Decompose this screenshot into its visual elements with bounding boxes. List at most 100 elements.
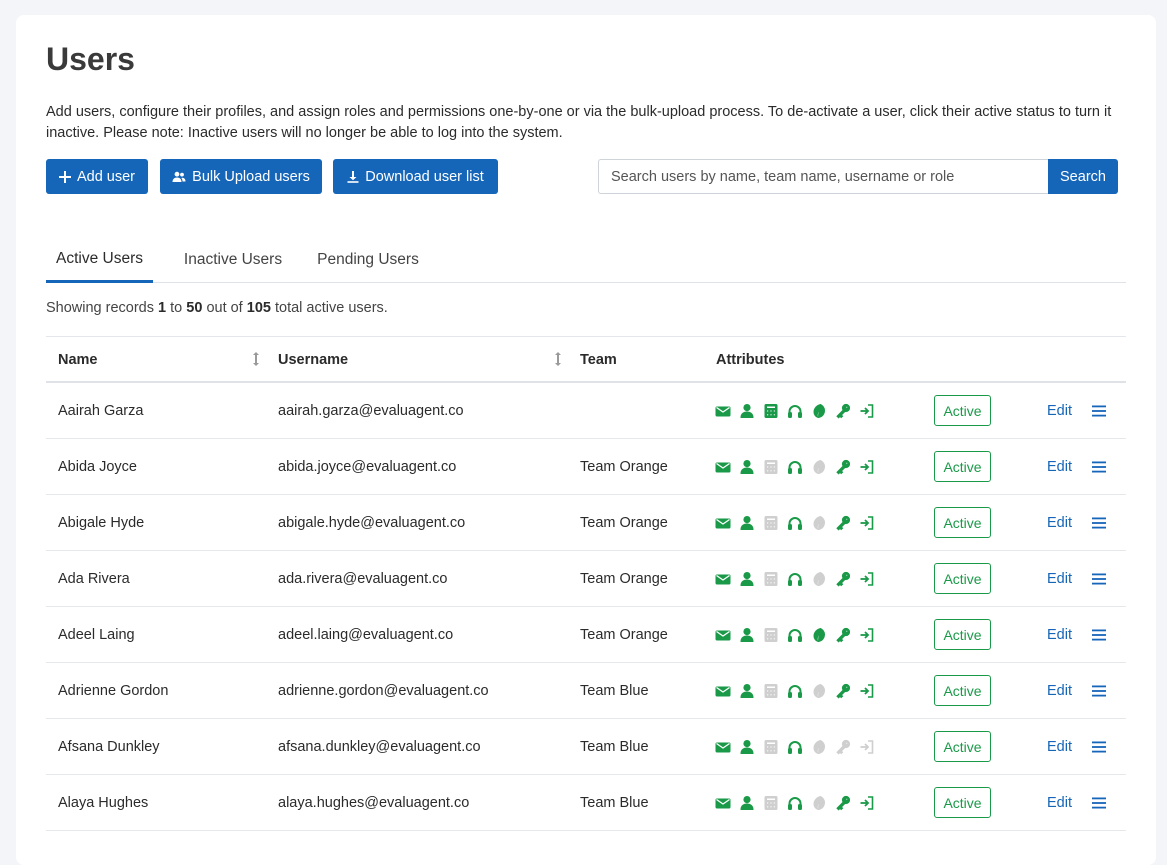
row-menu-icon[interactable] — [1092, 775, 1106, 830]
user-attributes — [715, 775, 875, 830]
calculator-icon — [763, 403, 779, 419]
calculator-icon — [763, 571, 779, 587]
table-row: Adrienne Gordon adrienne.gordon@evaluagen… — [46, 663, 1126, 719]
status-cell: Active — [934, 775, 991, 830]
user-username: afsana.dunkley@evaluagent.co — [278, 738, 481, 755]
status-badge[interactable]: Active — [934, 507, 991, 538]
status-cell: Active — [934, 439, 991, 494]
calculator-icon — [763, 627, 779, 643]
tab-inactive-users[interactable]: Inactive Users — [167, 237, 299, 283]
key-icon — [835, 683, 851, 699]
search-placeholder: Search users by name, team name, usernam… — [611, 168, 955, 185]
row-menu-icon[interactable] — [1092, 663, 1106, 718]
leaf-icon — [811, 795, 827, 811]
user-username: ada.rivera@evaluagent.co — [278, 570, 448, 587]
edit-link[interactable]: Edit — [1047, 439, 1072, 494]
page-description: Add users, configure their profiles, and… — [46, 104, 1112, 141]
key-icon — [835, 459, 851, 475]
row-menu-icon[interactable] — [1092, 495, 1106, 550]
header-name[interactable]: Name — [58, 337, 98, 382]
person-icon — [739, 403, 755, 419]
bulk-upload-label: Bulk Upload users — [192, 168, 310, 185]
calculator-icon — [763, 683, 779, 699]
calculator-icon — [763, 739, 779, 755]
status-cell: Active — [934, 551, 991, 606]
status-badge[interactable]: Active — [934, 451, 991, 482]
headset-icon — [787, 571, 803, 587]
key-icon — [835, 571, 851, 587]
envelope-icon — [715, 459, 731, 475]
row-menu-icon[interactable] — [1092, 719, 1106, 774]
row-menu-icon[interactable] — [1092, 439, 1106, 494]
user-username: abigale.hyde@evaluagent.co — [278, 514, 466, 531]
table-row: Aairah Garza aairah.garza@evaluagent.co Ac… — [46, 383, 1126, 439]
person-icon — [739, 627, 755, 643]
header-username[interactable]: Username — [278, 337, 348, 382]
edit-link[interactable]: Edit — [1047, 719, 1072, 774]
key-icon — [835, 515, 851, 531]
edit-link[interactable]: Edit — [1047, 495, 1072, 550]
calculator-icon — [763, 795, 779, 811]
edit-link[interactable]: Edit — [1047, 551, 1072, 606]
user-username: adrienne.gordon@evaluagent.co — [278, 682, 489, 699]
calculator-icon — [763, 459, 779, 475]
table-row: Alaya Hughes alaya.hughes@evaluagent.co Te… — [46, 775, 1126, 831]
status-badge[interactable]: Active — [934, 619, 991, 650]
status-badge[interactable]: Active — [934, 787, 991, 818]
user-team: Team Orange — [580, 514, 668, 531]
user-name: Alaya Hughes — [58, 794, 149, 811]
user-attributes — [715, 551, 875, 606]
status-badge[interactable]: Active — [934, 731, 991, 762]
add-user-button[interactable]: Add user — [46, 159, 148, 194]
calculator-icon — [763, 515, 779, 531]
records-summary: Showing records 1 to 50 out of 105 total… — [46, 300, 388, 316]
download-label: Download user list — [365, 168, 484, 185]
user-attributes — [715, 383, 875, 438]
envelope-icon — [715, 571, 731, 587]
user-attributes — [715, 663, 875, 718]
download-user-list-button[interactable]: Download user list — [333, 159, 498, 194]
sign-in-icon — [859, 739, 875, 755]
bulk-upload-button[interactable]: Bulk Upload users — [160, 159, 322, 194]
search-button[interactable]: Search — [1048, 159, 1118, 194]
user-team: Team Orange — [580, 458, 668, 475]
status-badge[interactable]: Active — [934, 563, 991, 594]
status-cell: Active — [934, 663, 991, 718]
status-badge[interactable]: Active — [934, 395, 991, 426]
user-attributes — [715, 719, 875, 774]
tab-active-users[interactable]: Active Users — [46, 237, 153, 283]
user-name: Abigale Hyde — [58, 514, 145, 531]
user-name: Adeel Laing — [58, 626, 135, 643]
person-icon — [739, 683, 755, 699]
page-title: Users — [46, 41, 135, 77]
person-icon — [739, 571, 755, 587]
edit-link[interactable]: Edit — [1047, 607, 1072, 662]
user-attributes — [715, 607, 875, 662]
sign-in-icon — [859, 627, 875, 643]
sign-in-icon — [859, 571, 875, 587]
status-badge[interactable]: Active — [934, 675, 991, 706]
table-row: Abida Joyce abida.joyce@evaluagent.co Team… — [46, 439, 1126, 495]
user-team: Team Orange — [580, 626, 668, 643]
person-icon — [739, 459, 755, 475]
table-header: Name Username Team Attributes — [46, 336, 1126, 383]
row-menu-icon[interactable] — [1092, 551, 1106, 606]
row-menu-icon[interactable] — [1092, 383, 1106, 438]
envelope-icon — [715, 739, 731, 755]
header-attributes: Attributes — [716, 351, 785, 368]
user-username: alaya.hughes@evaluagent.co — [278, 794, 470, 811]
sort-name-icon[interactable] — [252, 351, 260, 371]
edit-link[interactable]: Edit — [1047, 775, 1072, 830]
row-menu-icon[interactable] — [1092, 607, 1106, 662]
edit-link[interactable]: Edit — [1047, 663, 1072, 718]
search-input[interactable]: Search users by name, team name, usernam… — [598, 159, 1049, 194]
add-user-label: Add user — [76, 168, 136, 185]
sort-username-icon[interactable] — [554, 351, 562, 371]
users-icon — [172, 171, 186, 183]
edit-link[interactable]: Edit — [1047, 383, 1072, 438]
tab-pending-users[interactable]: Pending Users — [301, 237, 435, 283]
leaf-icon — [811, 739, 827, 755]
envelope-icon — [715, 683, 731, 699]
user-name: Adrienne Gordon — [58, 682, 169, 699]
headset-icon — [787, 683, 803, 699]
